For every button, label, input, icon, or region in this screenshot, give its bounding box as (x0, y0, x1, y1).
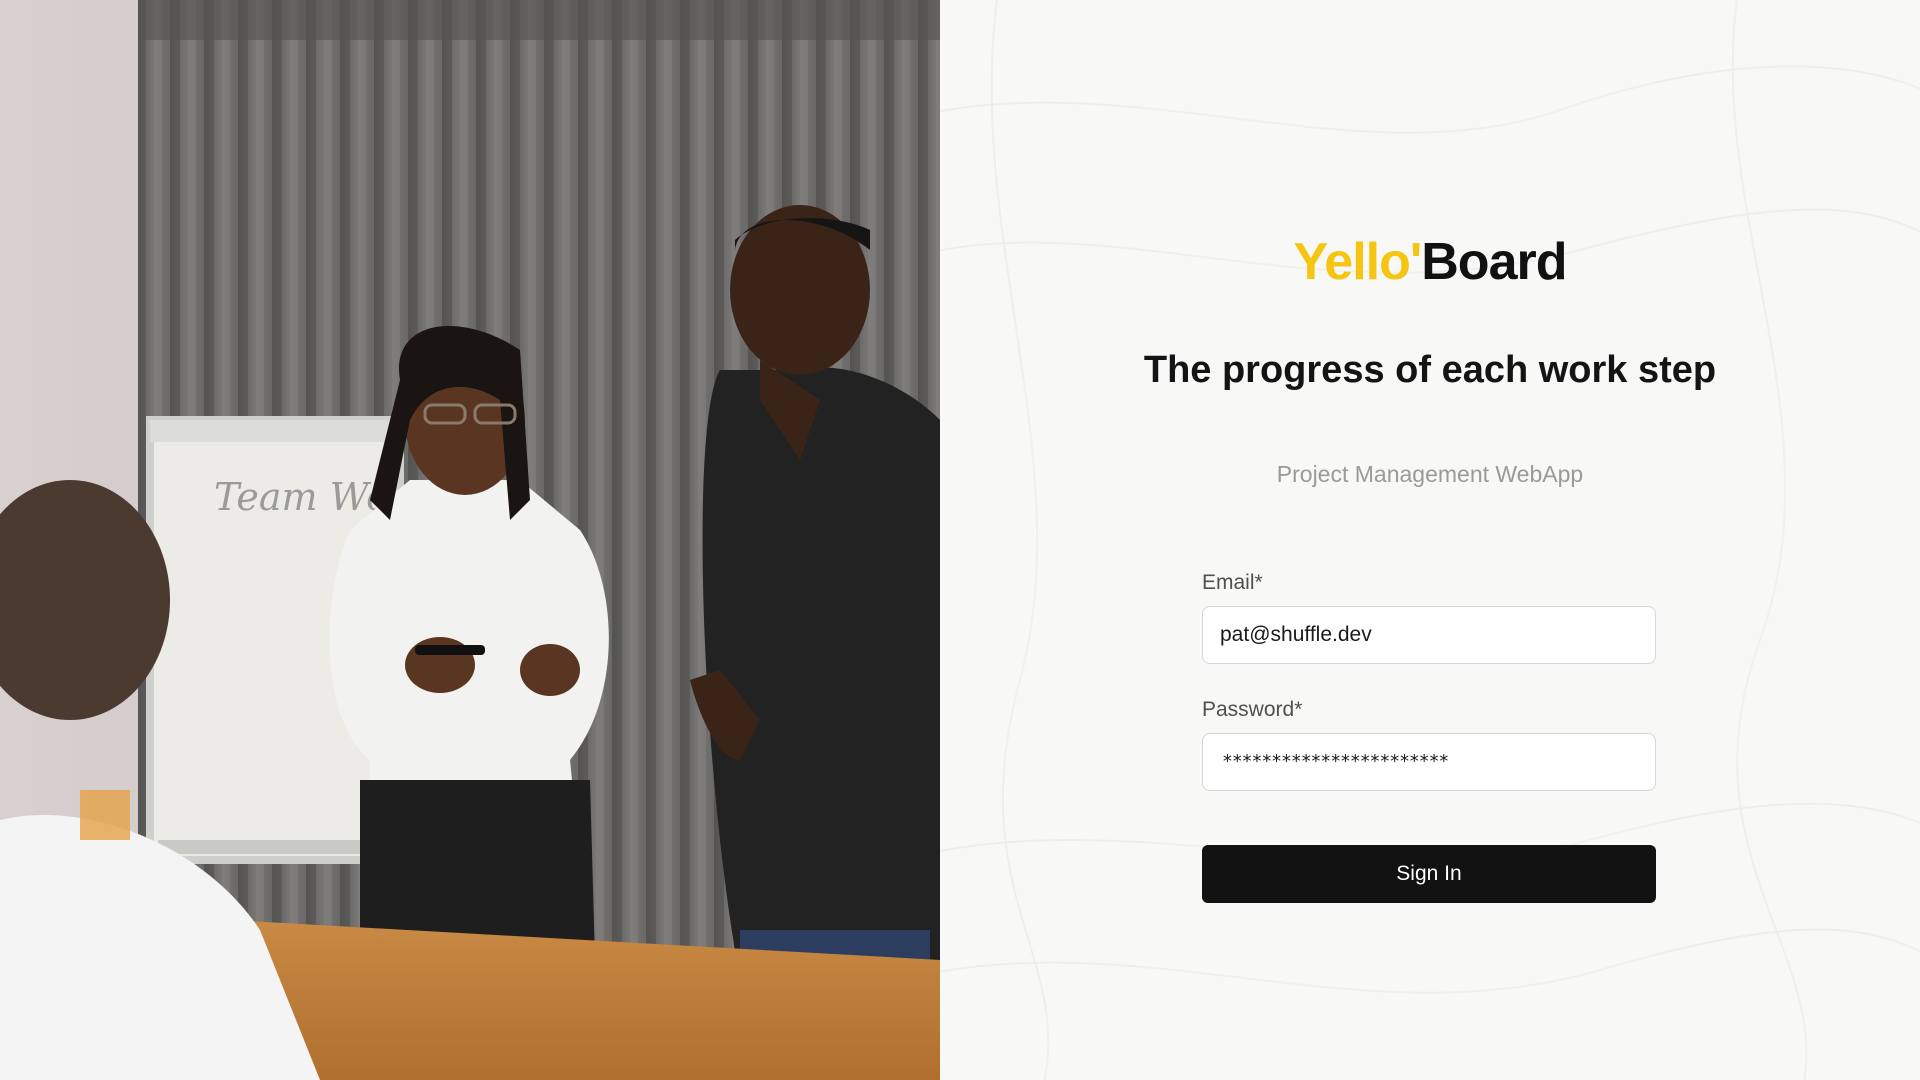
hero-photo: Team Wo (0, 0, 940, 1080)
brand-logo-part1: Yello' (1293, 233, 1422, 291)
page-headline: The progress of each work step (1143, 349, 1717, 391)
email-field[interactable] (1202, 606, 1656, 664)
login-page: Team Wo Yello'Board The progress of each… (0, 0, 1920, 1080)
sign-in-button[interactable]: Sign In (1202, 845, 1656, 903)
email-label: Email* (1202, 571, 1263, 594)
flipchart-text: Team Wo (214, 475, 389, 519)
brand-logo-part2: Board (1421, 233, 1567, 291)
page-subtitle: Project Management WebApp (1276, 461, 1584, 487)
password-label: Password* (1202, 698, 1303, 721)
signin-panel: Yello'Board The progress of each work st… (940, 0, 1920, 1080)
signin-content: Yello'Board The progress of each work st… (940, 0, 1920, 1080)
brand-logo: Yello'Board (940, 232, 1920, 292)
meeting-photo-illustration: Team Wo (0, 0, 940, 1080)
password-field[interactable] (1202, 733, 1656, 791)
